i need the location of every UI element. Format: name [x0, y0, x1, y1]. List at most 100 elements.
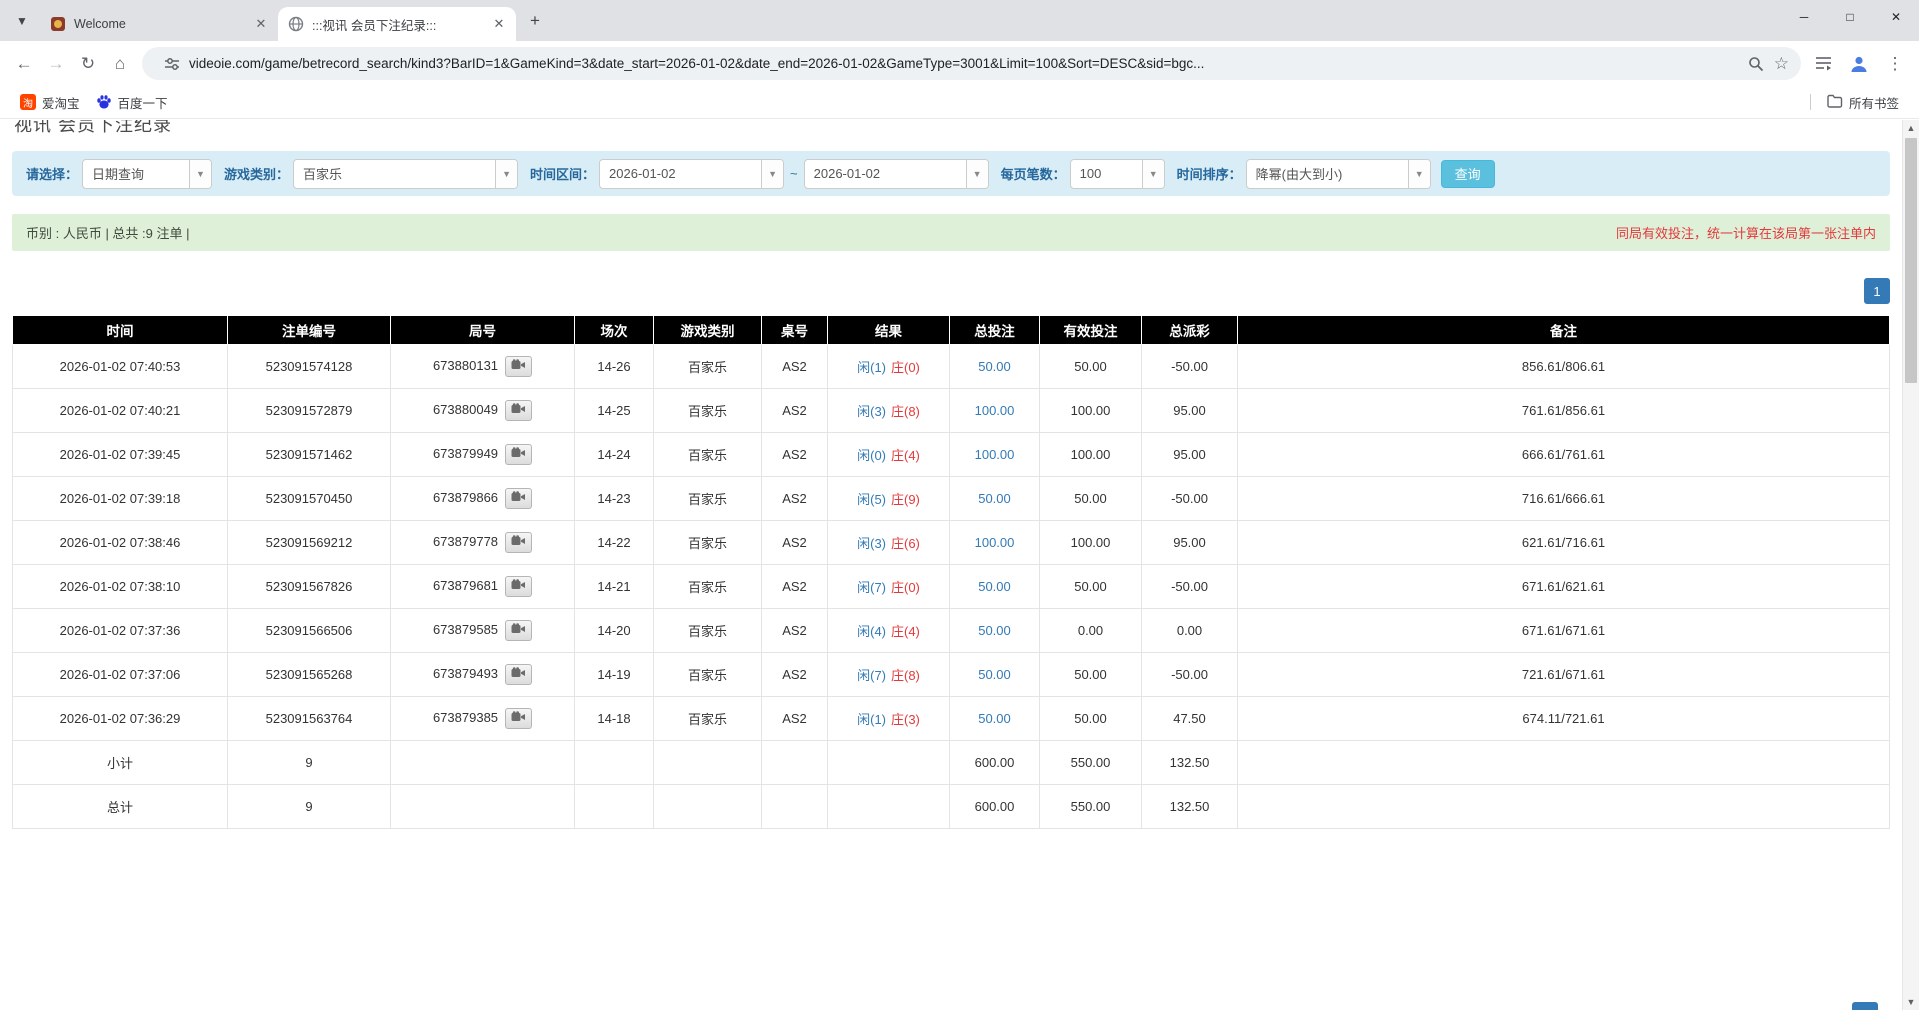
- table-header-row: 时间注单编号局号场次游戏类别桌号结果总投注有效投注总派彩备注: [13, 316, 1890, 345]
- filter-bar: 请选择： 日期查询 ▼ 游戏类别： 百家乐 ▼ 时间区间： 2026-01-02…: [12, 151, 1890, 196]
- result-banker: 庄(0): [891, 360, 920, 375]
- game-type-cell: 百家乐: [654, 609, 762, 653]
- video-replay-button[interactable]: [505, 532, 532, 553]
- total-bet-link[interactable]: 50.00: [978, 711, 1011, 726]
- baidu-paw-icon: [96, 94, 112, 110]
- time-range-label: 时间区间：: [530, 164, 595, 183]
- game-type-select[interactable]: 百家乐 ▼: [293, 159, 518, 189]
- result-cell: 闲(5)庄(9): [828, 477, 950, 521]
- reload-button[interactable]: ↻: [72, 48, 104, 80]
- video-camera-icon: [511, 667, 526, 682]
- betrecord-tab-favicon-icon: [288, 16, 304, 32]
- scroll-down-icon[interactable]: ▼: [1903, 994, 1919, 1010]
- site-settings-icon[interactable]: [164, 56, 180, 72]
- window-controls: ─ □ ✕: [1781, 0, 1919, 34]
- round-id-cell: 673879778: [391, 521, 575, 565]
- video-camera-icon: [511, 491, 526, 506]
- total-bet-link[interactable]: 50.00: [978, 359, 1011, 374]
- summary-cell: [654, 741, 762, 785]
- total-bet-cell: 50.00: [950, 653, 1040, 697]
- scroll-up-icon[interactable]: ▲: [1903, 120, 1919, 136]
- game-type-cell: 百家乐: [654, 521, 762, 565]
- back-button[interactable]: ←: [8, 48, 40, 80]
- tab-betrecord[interactable]: :::视讯 会员下注纪录::: ✕: [278, 7, 516, 41]
- forward-button[interactable]: →: [40, 48, 72, 80]
- summary-cell: [654, 785, 762, 829]
- table-row: 2026-01-02 07:36:29523091563764673879385…: [13, 697, 1890, 741]
- total-bet-link[interactable]: 100.00: [975, 447, 1015, 462]
- video-replay-button[interactable]: [505, 444, 532, 465]
- valid-bet-cell: 0.00: [1040, 609, 1142, 653]
- page-button-1-bottom[interactable]: 1: [1852, 1002, 1878, 1010]
- scrollbar[interactable]: ▲ ▼: [1902, 120, 1919, 1010]
- summary-cell: 小计: [13, 741, 228, 785]
- zoom-icon[interactable]: [1748, 56, 1764, 72]
- home-button[interactable]: ⌂: [104, 48, 136, 80]
- bookmark-item-baidu[interactable]: 百度一下: [88, 90, 176, 115]
- new-tab-button[interactable]: +: [522, 8, 548, 34]
- sort-select[interactable]: 降幂(由大到小) ▼: [1246, 159, 1431, 189]
- game-type-cell: 百家乐: [654, 477, 762, 521]
- bet-time-cell: 2026-01-02 07:38:10: [13, 565, 228, 609]
- page-size-value: 100: [1071, 160, 1142, 188]
- search-button[interactable]: 查询: [1441, 160, 1495, 188]
- chevron-down-icon: ▼: [189, 160, 211, 188]
- media-controls-icon[interactable]: [1807, 48, 1839, 80]
- summary-cell: [1238, 741, 1890, 785]
- profile-avatar[interactable]: [1843, 48, 1875, 80]
- video-replay-button[interactable]: [505, 620, 532, 641]
- bookmark-star-icon[interactable]: ☆: [1774, 54, 1789, 74]
- video-replay-button[interactable]: [505, 400, 532, 421]
- menu-icon[interactable]: ⋮: [1879, 48, 1911, 80]
- video-replay-button[interactable]: [505, 356, 532, 377]
- total-bet-link[interactable]: 50.00: [978, 491, 1011, 506]
- table-row: 2026-01-02 07:37:06523091565268673879493…: [13, 653, 1890, 697]
- result-player: 闲(1): [857, 712, 886, 727]
- video-replay-button[interactable]: [505, 708, 532, 729]
- total-bet-link[interactable]: 50.00: [978, 623, 1011, 638]
- url-bar[interactable]: videoie.com/game/betrecord_search/kind3?…: [142, 47, 1801, 80]
- total-bet-cell: 50.00: [950, 345, 1040, 389]
- all-bookmarks-button[interactable]: 所有书签: [1819, 90, 1907, 115]
- bet-time-cell: 2026-01-02 07:37:06: [13, 653, 228, 697]
- video-replay-button[interactable]: [505, 576, 532, 597]
- table-number-cell: AS2: [762, 477, 828, 521]
- summary-cell: [575, 741, 654, 785]
- result-cell: 闲(3)庄(8): [828, 389, 950, 433]
- tab-welcome[interactable]: Welcome ✕: [40, 7, 278, 41]
- page-button-1[interactable]: 1: [1864, 278, 1890, 304]
- result-player: 闲(3): [857, 404, 886, 419]
- round-id: 673879385: [433, 710, 498, 725]
- scrollbar-thumb[interactable]: [1905, 138, 1917, 383]
- pagination-bottom: 1: [1852, 1002, 1878, 1010]
- date-end-select[interactable]: 2026-01-02 ▼: [804, 159, 989, 189]
- close-button[interactable]: ✕: [1873, 0, 1919, 34]
- total-bet-link[interactable]: 100.00: [975, 403, 1015, 418]
- total-bet-link[interactable]: 100.00: [975, 535, 1015, 550]
- bookmark-item-taobao[interactable]: 淘 爱淘宝: [12, 90, 88, 115]
- date-end-value: 2026-01-02: [805, 160, 966, 188]
- tab-close-icon[interactable]: ✕: [252, 15, 270, 33]
- date-start-select[interactable]: 2026-01-02 ▼: [599, 159, 784, 189]
- summary-cell: 600.00: [950, 785, 1040, 829]
- tab-close-icon[interactable]: ✕: [490, 15, 508, 33]
- video-replay-button[interactable]: [505, 488, 532, 509]
- page-size-select[interactable]: 100 ▼: [1070, 159, 1165, 189]
- summary-cell: 132.50: [1142, 785, 1238, 829]
- video-replay-button[interactable]: [505, 664, 532, 685]
- taobao-icon: 淘: [20, 94, 36, 110]
- payout-cell: -50.00: [1142, 345, 1238, 389]
- summary-cell: 550.00: [1040, 741, 1142, 785]
- minimize-button[interactable]: ─: [1781, 0, 1827, 34]
- round-id: 673879493: [433, 666, 498, 681]
- maximize-button[interactable]: □: [1827, 0, 1873, 34]
- total-bet-link[interactable]: 50.00: [978, 667, 1011, 682]
- result-player: 闲(3): [857, 536, 886, 551]
- total-bet-link[interactable]: 50.00: [978, 579, 1011, 594]
- game-type-cell: 百家乐: [654, 697, 762, 741]
- tab-search-chevron-icon[interactable]: ▼: [8, 7, 36, 35]
- bet-table-body: 2026-01-02 07:40:53523091574128673880131…: [13, 345, 1890, 829]
- date-type-select[interactable]: 日期查询 ▼: [82, 159, 212, 189]
- result-player: 闲(7): [857, 668, 886, 683]
- total-bet-cell: 50.00: [950, 697, 1040, 741]
